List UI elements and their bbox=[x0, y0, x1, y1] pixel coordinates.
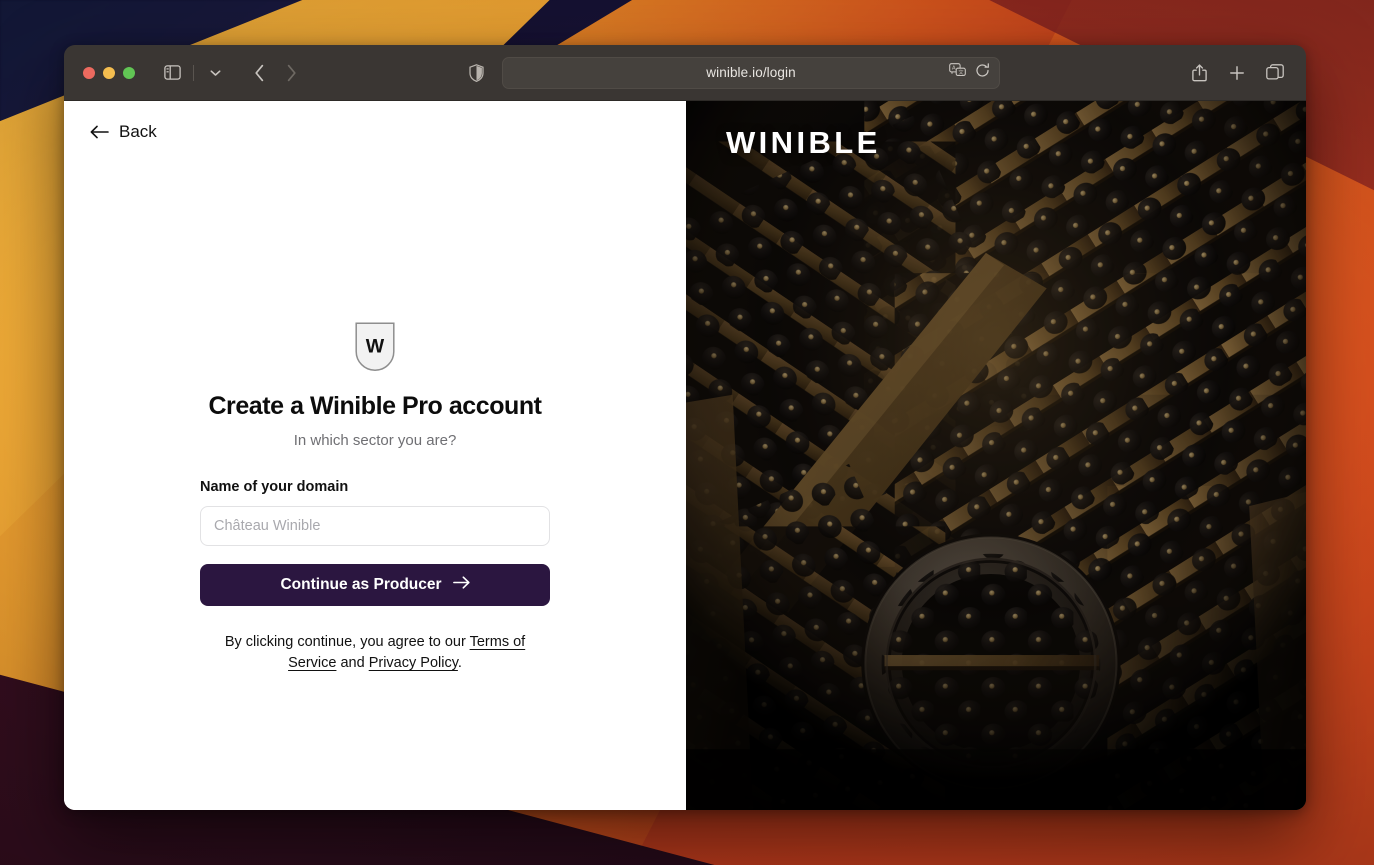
forward-button[interactable] bbox=[276, 59, 306, 87]
toolbar-divider bbox=[193, 64, 194, 81]
toolbar-right-actions bbox=[1184, 59, 1290, 87]
navigation-controls bbox=[157, 59, 306, 87]
tab-overview-icon[interactable] bbox=[1260, 59, 1290, 87]
domain-field-group: Name of your domain bbox=[200, 479, 550, 546]
legal-and: and bbox=[340, 654, 365, 671]
svg-text:W: W bbox=[366, 336, 385, 358]
back-link[interactable]: Back bbox=[90, 122, 157, 142]
new-tab-icon[interactable] bbox=[1222, 59, 1252, 87]
zoom-button[interactable] bbox=[123, 66, 135, 79]
domain-field-label: Name of your domain bbox=[200, 479, 349, 495]
page-content: Back W Create a Winible Pro account In w… bbox=[64, 101, 1306, 810]
reload-icon[interactable] bbox=[975, 62, 990, 83]
share-icon[interactable] bbox=[1184, 59, 1214, 87]
window-controls bbox=[83, 66, 135, 79]
signup-form: W Create a Winible Pro account In which … bbox=[200, 321, 550, 673]
domain-input[interactable] bbox=[200, 506, 550, 546]
continue-button-label: Continue as Producer bbox=[280, 576, 442, 593]
arrow-right-icon bbox=[452, 576, 470, 594]
chevron-down-icon[interactable] bbox=[200, 59, 230, 87]
arrow-left-icon bbox=[90, 125, 109, 139]
desktop: winible.io/login A 文 Back W Create a Win… bbox=[0, 0, 1374, 865]
hero-image-panel: WINIBLE bbox=[686, 101, 1306, 810]
winible-wordmark: WINIBLE bbox=[726, 125, 881, 160]
address-bar-url: winible.io/login bbox=[706, 65, 796, 80]
legal-suffix: . bbox=[457, 654, 462, 671]
translate-icon[interactable]: A 文 bbox=[949, 63, 966, 82]
browser-toolbar: winible.io/login A 文 bbox=[64, 45, 1306, 101]
wine-cellar-photo bbox=[686, 101, 1306, 810]
privacy-shield-icon[interactable] bbox=[462, 59, 490, 87]
signup-panel: Back W Create a Winible Pro account In w… bbox=[64, 101, 686, 810]
close-button[interactable] bbox=[83, 66, 95, 79]
legal-prefix: By clicking continue, you agree to our bbox=[224, 634, 466, 650]
sidebar-icon[interactable] bbox=[157, 59, 187, 87]
privacy-policy-link[interactable]: Privacy Policy bbox=[369, 655, 458, 671]
svg-text:A: A bbox=[952, 66, 956, 72]
continue-as-producer-button[interactable]: Continue as Producer bbox=[200, 564, 550, 606]
svg-text:文: 文 bbox=[958, 68, 964, 76]
address-bar[interactable]: winible.io/login A 文 bbox=[502, 56, 1000, 89]
wine-cellar-illustration bbox=[686, 101, 1306, 810]
back-link-label: Back bbox=[119, 122, 157, 141]
address-bar-actions: A 文 bbox=[949, 62, 990, 83]
legal-text: By clicking continue, you agree to our T… bbox=[210, 632, 540, 673]
page-subtitle: In which sector you are? bbox=[293, 432, 457, 449]
winible-shield-logo: W bbox=[354, 321, 396, 373]
back-button[interactable] bbox=[244, 59, 274, 87]
minimize-button[interactable] bbox=[103, 66, 115, 79]
page-title: Create a Winible Pro account bbox=[208, 392, 542, 420]
browser-window: winible.io/login A 文 Back W Create a Win… bbox=[64, 45, 1306, 810]
